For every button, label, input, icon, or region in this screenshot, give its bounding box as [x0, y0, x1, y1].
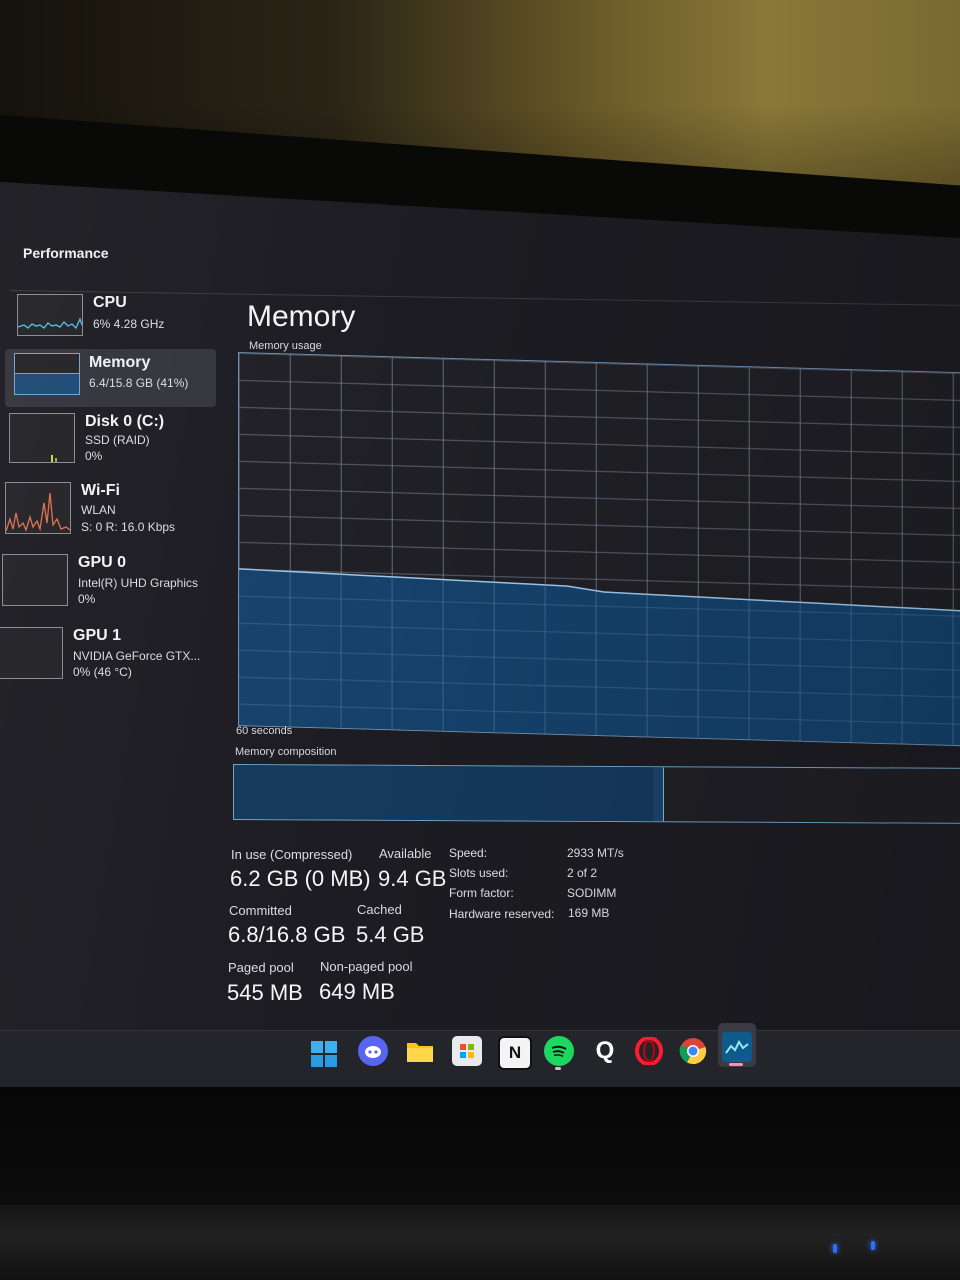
- sidebar-item-detail: SSD (RAID): [85, 433, 150, 447]
- speed-label: Speed:: [449, 846, 488, 860]
- sidebar-item-label: GPU 1: [73, 627, 122, 644]
- task-manager-active-indicator: [729, 1063, 743, 1066]
- hardware-reserved-value: 169 MB: [568, 906, 610, 920]
- gpu1-thumbnail-graph: [0, 627, 63, 679]
- start-icon[interactable]: [310, 1040, 338, 1068]
- spotify-running-indicator: [555, 1067, 561, 1070]
- sidebar-item-detail: Intel(R) UHD Graphics: [78, 576, 199, 590]
- microsoft-store-icon[interactable]: [452, 1036, 482, 1066]
- available-label: Available: [379, 846, 432, 861]
- page-title: Performance: [23, 245, 109, 261]
- cpu-thumbnail-graph: [17, 294, 83, 336]
- time-span-label: 60 seconds: [236, 725, 293, 737]
- discord-icon[interactable]: [358, 1036, 388, 1066]
- committed-value: 6.8/16.8 GB: [228, 922, 346, 947]
- committed-label: Committed: [229, 903, 292, 918]
- spotify-icon[interactable]: [544, 1036, 574, 1066]
- available-value: 9.4 GB: [378, 866, 447, 891]
- sidebar-item-gpu0[interactable]: GPU 0 Intel(R) UHD Graphics 0%: [2, 552, 212, 610]
- grid-line: [239, 541, 960, 563]
- memory-usage-fill: [239, 568, 960, 746]
- chrome-icon[interactable]: [678, 1036, 708, 1066]
- task-manager-icon[interactable]: [722, 1032, 752, 1062]
- indicator-light: [871, 1241, 875, 1250]
- hardware-reserved-label: Hardware reserved:: [449, 907, 555, 921]
- slots-used-label: Slots used:: [449, 866, 509, 880]
- memory-usage-area: [239, 354, 960, 746]
- memory-heading: Memory: [247, 300, 356, 333]
- memory-usage-label: Memory usage: [249, 340, 322, 352]
- paged-pool-value: 545 MB: [227, 980, 303, 1005]
- composition-in-use-segment: [234, 765, 655, 822]
- grid-line: [239, 406, 960, 428]
- quora-icon[interactable]: Q: [590, 1036, 620, 1066]
- sidebar-item-usage: 0% (46 °C): [73, 665, 132, 679]
- composition-modified-segment: [653, 767, 665, 822]
- disk-thumbnail-graph: [9, 413, 75, 463]
- notion-icon[interactable]: N: [498, 1036, 532, 1070]
- sidebar-item-wifi[interactable]: Wi-Fi WLAN S: 0 R: 16.0 Kbps: [5, 480, 215, 538]
- speed-value: 2933 MT/s: [567, 846, 624, 860]
- sidebar-item-label: CPU: [93, 294, 127, 311]
- memory-composition-bar: [233, 764, 960, 824]
- non-paged-pool-label: Non-paged pool: [320, 959, 413, 974]
- sidebar-item-detail: 6.4/15.8 GB (41%): [89, 376, 189, 390]
- sidebar-item-detail: NVIDIA GeForce GTX...: [73, 649, 201, 663]
- form-factor-label: Form factor:: [449, 886, 514, 900]
- sidebar-item-disk[interactable]: Disk 0 (C:) SSD (RAID) 0%: [9, 411, 219, 469]
- memory-usage-graph: [238, 352, 960, 747]
- cached-value: 5.4 GB: [356, 922, 425, 947]
- sidebar-item-memory[interactable]: Memory 6.4/15.8 GB (41%): [5, 349, 216, 407]
- sidebar-item-label: Disk 0 (C:): [85, 413, 165, 430]
- sidebar-item-usage: 0%: [85, 449, 103, 463]
- wifi-thumbnail-graph: [5, 482, 71, 534]
- sidebar-item-usage: 0%: [78, 592, 96, 606]
- sidebar-item-detail: WLAN: [81, 503, 116, 517]
- sidebar-item-detail: 6% 4.28 GHz: [93, 317, 165, 331]
- non-paged-pool-value: 649 MB: [319, 979, 395, 1004]
- grid-line: [239, 433, 960, 455]
- monitor-base: [0, 1205, 960, 1280]
- sidebar-item-label: GPU 0: [78, 554, 127, 571]
- paged-pool-label: Paged pool: [228, 960, 294, 975]
- sidebar-item-gpu1[interactable]: GPU 1 NVIDIA GeForce GTX... 0% (46 °C): [0, 625, 207, 683]
- slots-used-value: 2 of 2: [567, 866, 598, 880]
- grid-line: [239, 379, 960, 401]
- grid-line: [239, 514, 960, 536]
- opera-icon[interactable]: [634, 1036, 664, 1066]
- indicator-light: [833, 1244, 837, 1253]
- sidebar-item-throughput: S: 0 R: 16.0 Kbps: [81, 520, 176, 534]
- sidebar-item-label: Memory: [89, 354, 151, 371]
- cached-label: Cached: [357, 902, 402, 917]
- in-use-value: 6.2 GB (0 MB): [230, 866, 371, 891]
- grid-line: [239, 460, 960, 482]
- grid-line: [239, 487, 960, 509]
- memory-composition-label: Memory composition: [235, 746, 337, 758]
- memory-thumbnail-graph: [14, 353, 80, 395]
- sidebar-item-cpu[interactable]: CPU 6% 4.28 GHz: [17, 292, 227, 350]
- in-use-label: In use (Compressed): [231, 847, 353, 862]
- form-factor-value: SODIMM: [567, 886, 617, 900]
- file-explorer-icon[interactable]: [405, 1036, 435, 1066]
- gpu0-thumbnail-graph: [2, 554, 68, 606]
- sidebar-item-label: Wi-Fi: [81, 482, 120, 499]
